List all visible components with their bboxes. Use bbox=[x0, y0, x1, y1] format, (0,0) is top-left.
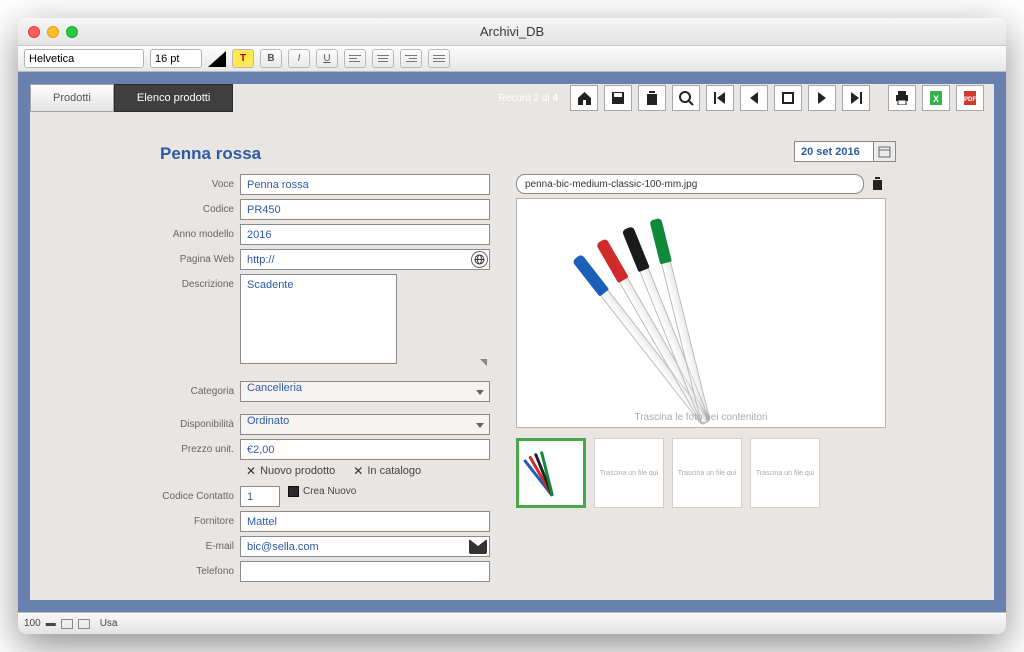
first-record-button[interactable] bbox=[706, 85, 734, 111]
fornitore-field[interactable] bbox=[240, 511, 490, 532]
label-categoria: Categoria bbox=[160, 381, 240, 397]
label-anno: Anno modello bbox=[160, 224, 240, 240]
chevron-down-icon bbox=[476, 423, 484, 428]
export-excel-button[interactable]: X bbox=[922, 85, 950, 111]
codice-field[interactable] bbox=[240, 199, 490, 220]
pens-illustration bbox=[571, 213, 831, 413]
web-field[interactable] bbox=[240, 249, 490, 270]
label-email: E-mail bbox=[160, 536, 240, 552]
tab-elenco-prodotti[interactable]: Elenco prodotti bbox=[114, 84, 233, 112]
crea-nuovo-checkbox[interactable]: Crea Nuovo bbox=[288, 486, 356, 497]
thumbnail-2[interactable]: Trascina un file qui bbox=[594, 438, 664, 508]
export-pdf-button[interactable]: PDF bbox=[956, 85, 984, 111]
label-web: Pagina Web bbox=[160, 249, 240, 265]
calendar-icon[interactable] bbox=[874, 141, 896, 162]
italic-button[interactable]: I bbox=[288, 49, 310, 68]
chevron-down-icon bbox=[476, 390, 484, 395]
resize-handle-icon bbox=[480, 359, 487, 366]
date-field[interactable] bbox=[794, 141, 874, 162]
label-telefono: Telefono bbox=[160, 561, 240, 577]
drag-hint-label: Trascina le foto nei contenitori bbox=[634, 412, 767, 423]
voce-field[interactable] bbox=[240, 174, 490, 195]
descrizione-field[interactable]: Scadente bbox=[240, 274, 397, 364]
record-counter: Record 2 di 4 bbox=[499, 93, 558, 104]
font-size-select[interactable]: 16 pt bbox=[150, 49, 202, 68]
mail-icon[interactable] bbox=[469, 539, 487, 554]
label-codice: Codice bbox=[160, 199, 240, 215]
nuovo-prodotto-checkbox[interactable]: ✕Nuovo prodotto bbox=[246, 464, 335, 478]
record-list-button[interactable] bbox=[774, 85, 802, 111]
prev-record-button[interactable] bbox=[740, 85, 768, 111]
svg-text:X: X bbox=[933, 94, 939, 104]
text-color-button[interactable]: T bbox=[232, 49, 254, 68]
label-prezzo: Prezzo unit. bbox=[160, 439, 240, 455]
label-fornitore: Fornitore bbox=[160, 511, 240, 527]
align-left-button[interactable] bbox=[344, 49, 366, 68]
window-title: Archivi_DB bbox=[18, 24, 1006, 39]
print-button[interactable] bbox=[888, 85, 916, 111]
align-right-button[interactable] bbox=[400, 49, 422, 68]
main-image-container[interactable]: Trascina le foto nei contenitori bbox=[516, 198, 886, 428]
next-record-button[interactable] bbox=[808, 85, 836, 111]
home-button[interactable] bbox=[570, 85, 598, 111]
codice-contatto-field[interactable] bbox=[240, 486, 280, 507]
in-catalogo-checkbox[interactable]: ✕In catalogo bbox=[353, 464, 421, 478]
label-disponibilita: Disponibilità bbox=[160, 414, 240, 430]
svg-text:PDF: PDF bbox=[964, 97, 976, 103]
search-button[interactable] bbox=[672, 85, 700, 111]
image-filename-field[interactable] bbox=[516, 174, 864, 194]
label-descrizione: Descrizione bbox=[160, 274, 240, 290]
trash-button[interactable] bbox=[638, 85, 666, 111]
disponibilita-select[interactable]: Ordinato bbox=[240, 414, 490, 435]
anno-field[interactable] bbox=[240, 224, 490, 245]
thumbnail-3[interactable]: Trascina un file qui bbox=[672, 438, 742, 508]
record-toolbar: Record 2 di 4 X PDF bbox=[499, 84, 984, 112]
underline-button[interactable]: U bbox=[316, 49, 338, 68]
globe-icon[interactable] bbox=[471, 251, 488, 268]
mode-label: Usa bbox=[100, 618, 118, 629]
layout-icon-2[interactable] bbox=[78, 619, 90, 629]
prezzo-field[interactable] bbox=[240, 439, 490, 460]
size-ramp-icon bbox=[208, 51, 226, 67]
tab-prodotti[interactable]: Prodotti bbox=[30, 84, 114, 112]
thumbnail-1[interactable] bbox=[516, 438, 586, 508]
font-select[interactable]: Helvetica bbox=[24, 49, 144, 68]
categoria-select[interactable]: Cancelleria bbox=[240, 381, 490, 402]
layout-icon[interactable] bbox=[61, 619, 73, 629]
bold-button[interactable]: B bbox=[260, 49, 282, 68]
align-center-button[interactable] bbox=[372, 49, 394, 68]
titlebar: Archivi_DB bbox=[18, 18, 1006, 46]
align-justify-button[interactable] bbox=[428, 49, 450, 68]
save-button[interactable] bbox=[604, 85, 632, 111]
statusbar: 100▬ Usa bbox=[18, 612, 1006, 634]
telefono-field[interactable] bbox=[240, 561, 490, 582]
email-field[interactable] bbox=[240, 536, 490, 557]
label-codice-contatto: Codice Contatto bbox=[160, 486, 240, 502]
last-record-button[interactable] bbox=[842, 85, 870, 111]
delete-image-button[interactable] bbox=[868, 174, 886, 194]
zoom-level[interactable]: 100 bbox=[24, 618, 41, 629]
label-voce: Voce bbox=[160, 174, 240, 190]
thumbnail-4[interactable]: Trascina un file qui bbox=[750, 438, 820, 508]
format-toolbar: Helvetica 16 pt T B I U bbox=[18, 46, 1006, 72]
